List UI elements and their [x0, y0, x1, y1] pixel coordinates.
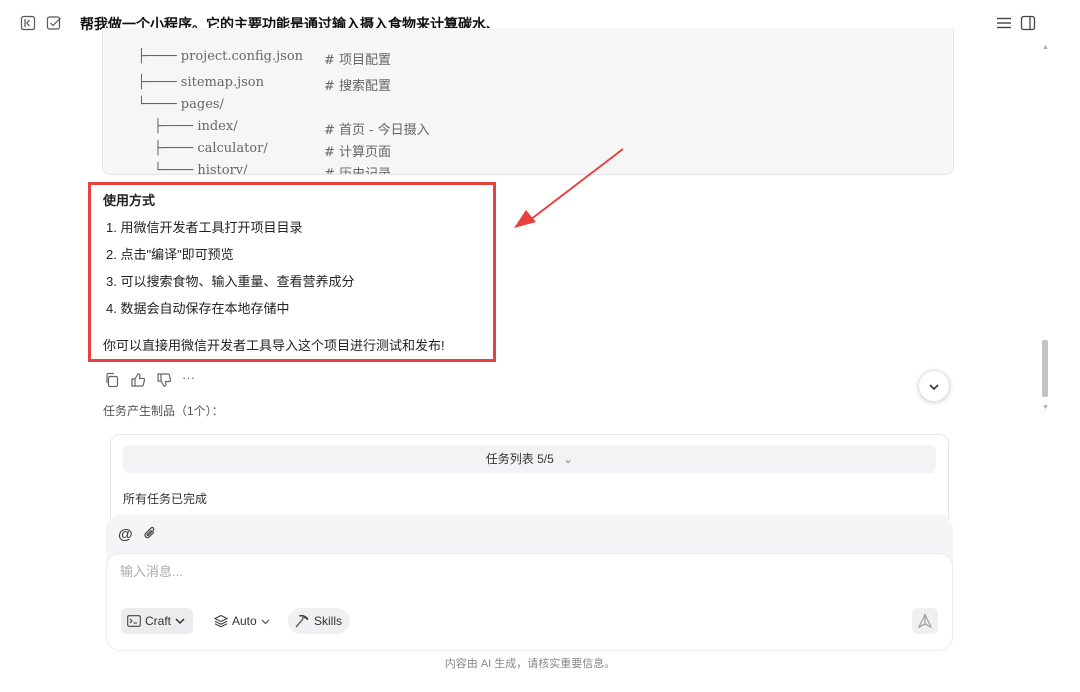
ai-disclaimer: 内容由 AI 生成，请核实重要信息。 — [444, 658, 616, 670]
chevron-down-icon: ⌄ — [563, 452, 574, 466]
model-auto-dropdown[interactable]: Auto — [214, 608, 270, 634]
chevron-down-icon — [929, 384, 939, 391]
terminal-icon — [127, 615, 141, 627]
code-line: └──── history/# 历史记录 — [137, 163, 392, 175]
chevron-down-icon — [175, 618, 185, 625]
pickaxe-icon — [295, 614, 309, 628]
skills-button[interactable]: Skills — [288, 608, 351, 634]
craft-label: Craft — [145, 614, 172, 628]
paperclip-icon[interactable] — [143, 526, 157, 545]
thumbs-up-icon[interactable] — [130, 372, 146, 388]
menu-icon[interactable] — [996, 15, 1012, 31]
split-panel-icon[interactable] — [1020, 15, 1036, 31]
craft-mode-dropdown[interactable]: Craft — [121, 608, 194, 634]
task-list-label: 任务列表 5/5 — [485, 452, 554, 466]
copy-icon[interactable] — [104, 372, 120, 388]
scroll-up-arrow[interactable]: ▲ — [1042, 44, 1049, 51]
auto-label: Auto — [232, 614, 257, 628]
composer: @ Craft Auto Skills — [106, 515, 953, 651]
chevron-down-icon — [261, 619, 270, 624]
skills-label: Skills — [314, 614, 343, 628]
checkbox-icon[interactable] — [46, 15, 62, 31]
send-icon — [917, 613, 933, 629]
composer-input-area: Craft Auto Skills — [106, 553, 953, 651]
scroll-to-bottom-button[interactable] — [918, 370, 950, 402]
collapse-sidebar-icon[interactable] — [20, 15, 36, 31]
annotation-arrow-icon — [514, 148, 624, 228]
message-actions: ··· — [104, 371, 198, 388]
annotation-highlight-box — [88, 182, 496, 362]
task-status: 所有任务已完成 — [123, 492, 208, 506]
artifacts-label: 任务产生制品（1个）： — [103, 404, 224, 418]
send-button[interactable] — [912, 608, 938, 634]
layers-icon — [214, 614, 228, 628]
task-list-toggle[interactable]: 任务列表 5/5 ⌄ — [123, 445, 936, 473]
mention-icon[interactable]: @ — [118, 526, 133, 543]
more-icon[interactable]: ··· — [182, 371, 198, 388]
message-input[interactable] — [120, 564, 820, 579]
scrollbar-thumb[interactable] — [1042, 340, 1048, 397]
thumbs-down-icon[interactable] — [156, 372, 172, 388]
scroll-down-arrow[interactable]: ▼ — [1042, 404, 1049, 411]
